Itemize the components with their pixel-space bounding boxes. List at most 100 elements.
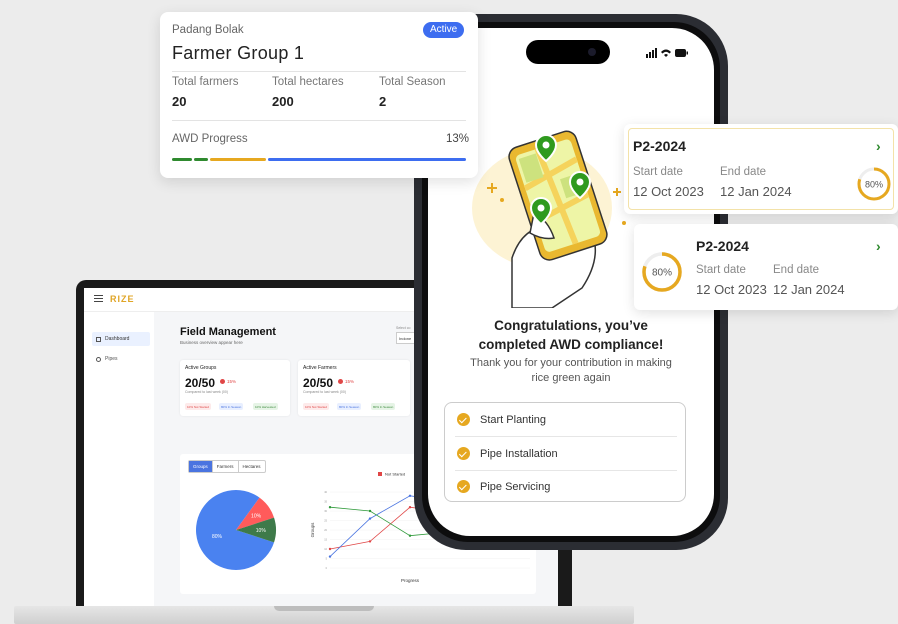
laptop-base xyxy=(14,606,634,624)
progress-ring: 80% xyxy=(857,167,891,201)
season-name: P2-2024 xyxy=(633,138,686,154)
progress-segment-green-2 xyxy=(194,158,208,161)
status-badge: Active xyxy=(423,22,465,38)
step-pipe-installation[interactable]: Pipe Installation xyxy=(445,437,685,470)
step-label: Pipe Installation xyxy=(480,447,558,460)
status-bar-icons xyxy=(646,48,688,58)
pie-slice-label: 80% xyxy=(212,534,223,540)
phone-map-illustration xyxy=(472,130,626,308)
sidebar-item-label: Pipes xyxy=(105,356,118,362)
dynamic-island xyxy=(526,40,610,64)
card-compare: Compared to last week (00) xyxy=(303,390,346,394)
data-point xyxy=(328,555,332,558)
progress-ring-label: 80% xyxy=(652,268,672,279)
progress-segment-green-1 xyxy=(172,158,192,161)
thanks-line-1: Thank you for your contribution in makin… xyxy=(470,357,672,369)
sidebar-item-pipes[interactable]: Pipes xyxy=(92,352,150,366)
legend-label: Not Started xyxy=(385,472,405,477)
end-date-label: End date xyxy=(773,264,820,276)
progress-ring-label: 80% xyxy=(865,180,883,190)
pie-chart: 80% 10% 10% xyxy=(196,490,276,570)
congrats-line-1: Congratulations, you’ve xyxy=(494,318,648,333)
step-label: Pipe Servicing xyxy=(480,480,551,493)
page-title: Field Management xyxy=(180,326,276,338)
data-point xyxy=(368,540,372,543)
compliance-steps: Start Planting Pipe Installation Pipe Se… xyxy=(444,402,686,502)
sidebar-item-dashboard[interactable]: Dashboard xyxy=(92,332,150,346)
chevron-right-icon[interactable]: › xyxy=(876,138,881,154)
divider xyxy=(172,71,466,72)
y-tick-label: 25 xyxy=(324,520,327,523)
active-farmers-card: Active Farmers 20/50 15% Compared to las… xyxy=(298,360,410,416)
sidebar: Dashboard Pipes xyxy=(84,312,154,606)
start-date-value: 12 Oct 2023 xyxy=(696,282,767,297)
chip-in-season: 80% In Season xyxy=(219,403,244,410)
data-point xyxy=(408,506,412,509)
legend-swatch xyxy=(378,472,382,476)
end-date-value: 12 Jan 2024 xyxy=(773,282,845,297)
y-tick-label: 10 xyxy=(324,548,327,551)
thanks-line-2: rice green again xyxy=(531,372,611,384)
location-label: Padang Bolak xyxy=(172,24,244,36)
total-hectares-label: Total hectares xyxy=(272,76,344,88)
select-label: Select co xyxy=(396,326,411,330)
page-subtitle: Business overview appear here xyxy=(180,340,243,345)
chart-tabs: Groups Farmers Hectares xyxy=(188,460,266,473)
data-point xyxy=(328,547,332,551)
season-name: P2-2024 xyxy=(696,238,749,254)
y-axis-label: Groups xyxy=(310,522,315,538)
pipes-icon xyxy=(96,356,101,362)
y-tick-label: 20 xyxy=(324,529,327,532)
total-hectares-value: 200 xyxy=(272,94,294,109)
step-pipe-servicing[interactable]: Pipe Servicing xyxy=(445,470,685,503)
sidebar-item-label: Dashboard xyxy=(105,336,130,342)
dashboard-icon xyxy=(96,336,101,342)
chip-in-season-2: 80% In Season xyxy=(371,403,396,410)
progress-ring: 80% xyxy=(642,252,682,292)
check-icon xyxy=(457,447,470,460)
total-farmers-value: 20 xyxy=(172,94,187,109)
y-tick-label: 30 xyxy=(324,510,327,513)
divider xyxy=(172,120,466,121)
total-farmers-label: Total farmers xyxy=(172,76,239,88)
progress-segment-blue xyxy=(268,158,466,161)
data-point xyxy=(408,534,412,537)
card-value: 20/50 xyxy=(303,376,334,390)
season-card-2[interactable]: 80% P2-2024 › Start date 12 Oct 2023 End… xyxy=(634,224,898,310)
step-label: Start Planting xyxy=(480,413,547,426)
brand-logo: RIZE xyxy=(110,294,135,304)
chevron-right-icon[interactable]: › xyxy=(876,238,881,254)
card-change: 15% xyxy=(220,379,236,384)
tab-farmers[interactable]: Farmers xyxy=(213,461,239,472)
y-tick-label: 40 xyxy=(324,491,327,494)
start-date-label: Start date xyxy=(696,264,746,276)
season-card-1[interactable]: P2-2024 › Start date 12 Oct 2023 End dat… xyxy=(624,124,898,214)
tab-hectares[interactable]: Hectares xyxy=(239,461,265,472)
x-axis-label: Progress xyxy=(401,578,420,583)
total-season-label: Total Season xyxy=(379,76,446,88)
data-point xyxy=(328,506,332,509)
awd-progress-label: AWD Progress xyxy=(172,133,248,145)
start-date-value: 12 Oct 2023 xyxy=(633,184,704,199)
card-value: 20/50 xyxy=(185,376,216,390)
card-title: Active Groups xyxy=(185,365,217,371)
awd-progress-value: 13% xyxy=(446,133,470,145)
card-change: 15% xyxy=(338,379,354,384)
y-tick-label: 35 xyxy=(324,501,327,504)
menu-icon[interactable] xyxy=(94,295,103,302)
y-tick-label: 15 xyxy=(324,539,327,542)
end-date-label: End date xyxy=(720,166,767,178)
end-date-value: 12 Jan 2024 xyxy=(720,184,792,199)
chip-harvested: 10% Harvested xyxy=(253,403,278,410)
card-title: Active Farmers xyxy=(303,365,337,371)
chip-not-started: 10% Not Started xyxy=(303,403,330,410)
step-start-planting[interactable]: Start Planting xyxy=(445,403,685,436)
tab-groups[interactable]: Groups xyxy=(189,461,213,472)
check-icon xyxy=(457,480,470,493)
check-icon xyxy=(457,413,470,426)
chip-in-season: 80% In Season xyxy=(337,403,362,410)
data-point xyxy=(408,494,412,497)
farmer-group-card[interactable]: Padang Bolak Active Farmer Group 1 Total… xyxy=(160,12,478,178)
y-tick-label: 0 xyxy=(326,567,328,570)
chip-not-started: 10% Not Started xyxy=(185,403,212,410)
